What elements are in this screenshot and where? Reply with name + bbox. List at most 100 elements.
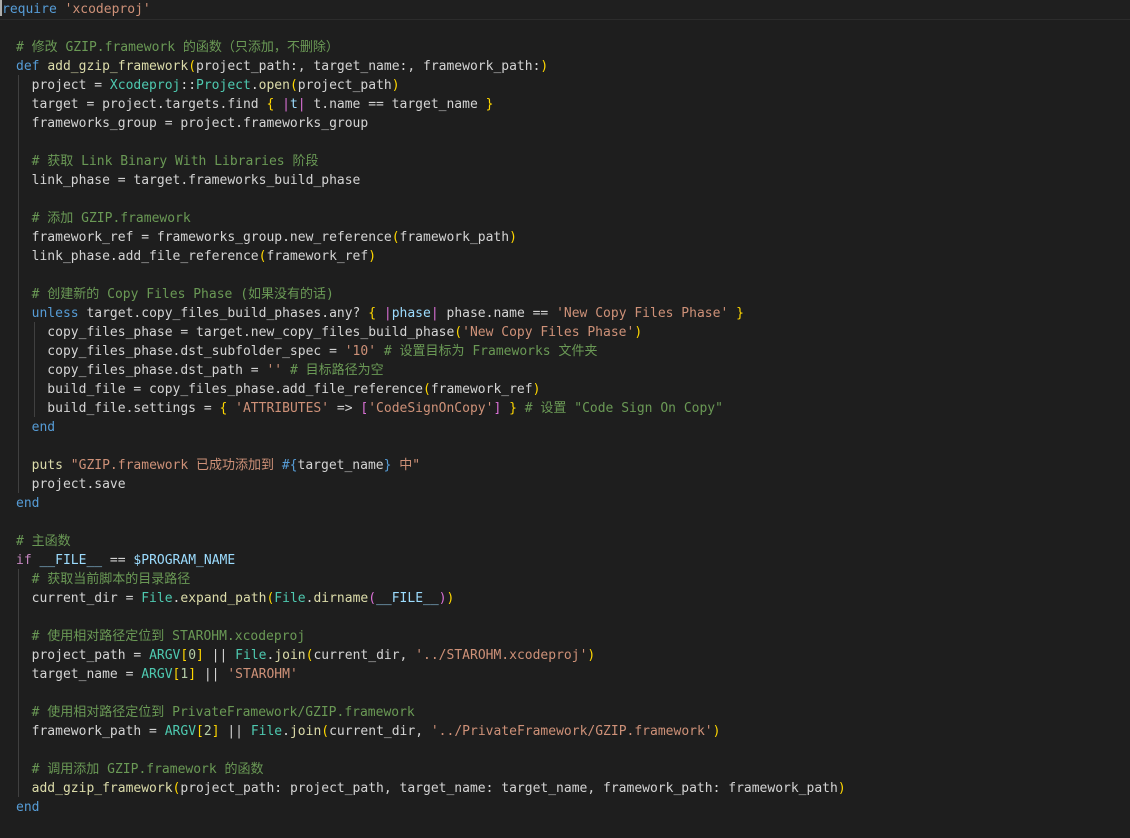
code-token: =>: [329, 401, 361, 416]
code-token: # 修改 GZIP.framework 的函数（只添加，不删除）: [16, 40, 339, 55]
code-token: framework_path: [399, 230, 510, 245]
code-token: 'New Copy Files Phase': [462, 325, 635, 340]
code-token: |: [282, 97, 290, 112]
code-token: (: [289, 78, 298, 93]
code-token: expand_path: [180, 591, 267, 606]
code-token: {: [368, 306, 377, 321]
code-token: # 使用相对路径定位到 STAROHM.xcodeproj: [31, 629, 306, 644]
code-line[interactable]: # 使用相对路径定位到 PrivateFramework/GZIP.framew…: [16, 703, 415, 722]
code-line[interactable]: link_phase = target.frameworks_build_pha…: [16, 171, 361, 190]
code-token: ARGV: [164, 724, 197, 739]
code-token: |: [383, 306, 392, 321]
code-token: target_name =: [16, 667, 142, 682]
code-line[interactable]: project.save: [16, 475, 126, 494]
code-token: # 目标路径为空: [289, 363, 384, 378]
code-token: #{: [281, 458, 298, 473]
code-line[interactable]: build_file = copy_files_phase.add_file_r…: [16, 380, 540, 399]
code-line[interactable]: copy_files_phase = target.new_copy_files…: [16, 323, 642, 342]
code-token: dirname: [313, 591, 369, 606]
code-token: ||: [196, 667, 228, 682]
code-token: ||: [203, 648, 236, 663]
code-token: phase: [391, 306, 431, 321]
code-token: ): [587, 648, 596, 663]
code-line[interactable]: # 使用相对路径定位到 STAROHM.xcodeproj: [16, 627, 306, 646]
code-token: build_file = copy_files_phase.add_file_r…: [16, 382, 423, 397]
code-token: unless: [31, 306, 79, 321]
code-line[interactable]: copy_files_phase.dst_subfolder_spec = '1…: [16, 342, 597, 361]
code-token: open: [258, 78, 290, 93]
code-line[interactable]: target = project.targets.find { |t| t.na…: [16, 95, 494, 114]
code-line[interactable]: require 'xcodeproj': [0, 0, 1130, 20]
code-token: (: [391, 230, 400, 245]
code-line[interactable]: unless target.copy_files_build_phases.an…: [16, 304, 744, 323]
code-token: ARGV: [141, 667, 173, 682]
code-token: end: [16, 496, 40, 511]
code-line[interactable]: # 主函数: [16, 532, 71, 551]
code-token: '10': [344, 344, 377, 359]
code-token: target_name: [297, 458, 384, 473]
code-token: ): [368, 249, 377, 264]
code-token: end: [16, 800, 40, 815]
code-line[interactable]: project = Xcodeproj::Project.open(projec…: [16, 76, 400, 95]
code-token: __FILE__: [376, 591, 439, 606]
code-line[interactable]: # 修改 GZIP.framework 的函数（只添加，不删除）: [16, 38, 339, 57]
code-line[interactable]: current_dir = File.expand_path(File.dirn…: [16, 589, 455, 608]
code-line[interactable]: # 添加 GZIP.framework: [16, 209, 191, 228]
code-token: link_phase.add_file_reference: [16, 249, 259, 264]
code-line[interactable]: build_file.settings = { 'ATTRIBUTES' => …: [16, 399, 723, 418]
code-line[interactable]: if __FILE__ == $PROGRAM_NAME: [16, 551, 235, 570]
code-token: ]: [211, 724, 220, 739]
code-line[interactable]: # 调用添加 GZIP.framework 的函数: [16, 760, 264, 779]
code-token: framework_ref = frameworks_group.new_ref…: [16, 230, 392, 245]
code-line[interactable]: # 获取当前脚本的目录路径: [16, 570, 191, 589]
code-token: ): [634, 325, 643, 340]
code-line[interactable]: framework_path = ARGV[2] || File.join(cu…: [16, 722, 721, 741]
code-token: .: [282, 724, 290, 739]
code-token: require: [2, 2, 57, 17]
code-token: t.name == target_name: [305, 97, 486, 112]
code-line[interactable]: # 创建新的 Copy Files Phase (如果没有的话): [16, 285, 334, 304]
code-token: }: [509, 401, 517, 416]
code-token: Xcodeproj: [109, 78, 181, 93]
code-line[interactable]: end: [16, 418, 55, 437]
code-line[interactable]: copy_files_phase.dst_path = '' # 目标路径为空: [16, 361, 384, 380]
code-token: current_dir,: [329, 724, 431, 739]
code-line[interactable]: end: [16, 494, 39, 513]
code-token: project_path =: [16, 648, 150, 663]
code-line[interactable]: def add_gzip_framework(project_path:, ta…: [16, 57, 548, 76]
code-token: ): [712, 724, 721, 739]
code-token: project_path:, target_name:, framework_p…: [196, 59, 541, 74]
code-line[interactable]: link_phase.add_file_reference(framework_…: [16, 247, 376, 266]
code-line[interactable]: frameworks_group = project.frameworks_gr…: [16, 114, 369, 133]
code-line[interactable]: framework_ref = frameworks_group.new_ref…: [16, 228, 517, 247]
code-token: current_dir =: [16, 591, 142, 606]
code-token: puts: [31, 458, 63, 473]
code-token: # 获取当前脚本的目录路径: [31, 572, 191, 587]
code-line[interactable]: end: [16, 798, 39, 817]
code-token: ): [509, 230, 517, 245]
code-token: ||: [219, 724, 251, 739]
code-token: ::: [180, 78, 197, 93]
code-line[interactable]: puts "GZIP.framework 已成功添加到 #{target_nam…: [16, 456, 420, 475]
code-token: # 获取 Link Binary With Libraries 阶段: [31, 154, 319, 169]
code-line[interactable]: add_gzip_framework(project_path: project…: [16, 779, 846, 798]
code-line[interactable]: target_name = ARGV[1] || 'STAROHM': [16, 665, 298, 684]
code-token: Project: [196, 78, 251, 93]
code-token: join: [289, 724, 322, 739]
code-token: # 设置 "Code Sign On Copy": [524, 401, 723, 416]
code-token: "GZIP.framework 已成功添加到: [70, 458, 282, 473]
code-editor[interactable]: require 'xcodeproj' # 修改 GZIP.framework 的…: [0, 0, 1130, 838]
code-token: ==: [102, 553, 134, 568]
code-line[interactable]: project_path = ARGV[0] || File.join(curr…: [16, 646, 596, 665]
code-line[interactable]: # 获取 Link Binary With Libraries 阶段: [16, 152, 319, 171]
